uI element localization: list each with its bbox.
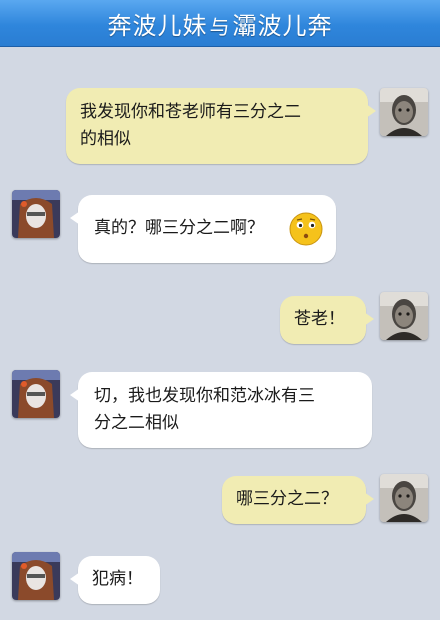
message-text: 犯病！ <box>92 569 143 589</box>
message-text: 哪三分之二？ <box>236 489 338 509</box>
boy-avatar-icon <box>380 292 428 340</box>
message-text-line: 的相似 <box>80 129 131 149</box>
message-bubble-left: 切，我也发现你和范冰冰有三 分之二相似 <box>70 372 372 448</box>
message-bubble-right: 哪三分之二？ <box>222 476 374 524</box>
message-text-line: 我发现你和苍老师有三分之二 <box>80 102 301 122</box>
girl-avatar-icon <box>12 552 60 600</box>
title-right-name: 灞波儿奔 <box>232 11 333 40</box>
boy-avatar-icon <box>380 474 428 522</box>
message-bubble-right: 我发现你和苍老师有三分之二 的相似 <box>66 88 376 164</box>
avatar-boy[interactable] <box>380 474 428 522</box>
message-text-line: 分之二相似 <box>94 413 179 433</box>
avatar-girl[interactable] <box>12 552 60 600</box>
thinking-face-icon <box>289 212 323 246</box>
avatar-boy[interactable] <box>380 88 428 136</box>
avatar-girl[interactable] <box>12 370 60 418</box>
message-text: 苍老！ <box>294 309 345 329</box>
message-bubble-left: 犯病！ <box>70 556 160 604</box>
girl-avatar-icon <box>12 190 60 238</box>
avatar-boy[interactable] <box>380 292 428 340</box>
chat-title-bar: 奔波儿妹 与灞波儿奔 <box>0 0 440 47</box>
title-left-name: 奔波儿妹 <box>107 11 208 40</box>
girl-avatar-icon <box>12 370 60 418</box>
message-bubble-right: 苍老！ <box>280 296 374 344</box>
message-text: 真的？哪三分之二啊？ <box>94 218 264 238</box>
boy-avatar-icon <box>380 88 428 136</box>
title-conjunction: 与 <box>209 14 231 39</box>
chat-title: 奔波儿妹 与灞波儿奔 <box>108 6 333 41</box>
avatar-girl[interactable] <box>12 190 60 238</box>
message-text-line: 切，我也发现你和范冰冰有三 <box>94 386 315 406</box>
message-bubble-left: 真的？哪三分之二啊？ <box>70 195 336 263</box>
